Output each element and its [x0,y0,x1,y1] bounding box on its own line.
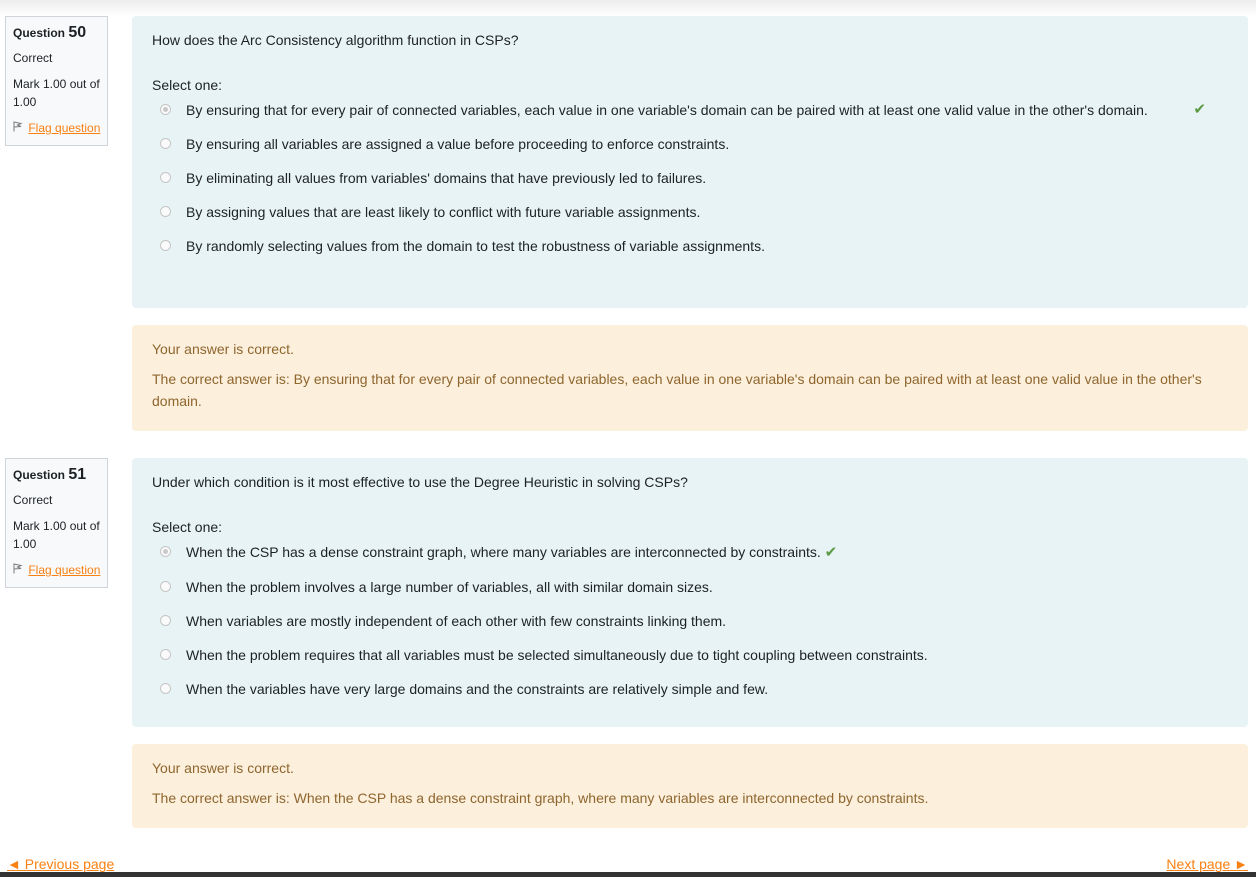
flag-question-label[interactable]: Flag question [28,121,100,135]
bottom-border [0,872,1256,877]
answer-label: When the variables have very large domai… [186,681,769,697]
answer-label: By ensuring all variables are assigned a… [186,136,730,152]
radio-button[interactable] [160,240,171,251]
answer-label: By randomly selecting values from the do… [186,238,765,254]
flag-question-link[interactable]: Flag question [13,119,107,137]
question-text: Under which condition is it most effecti… [152,474,688,490]
answer-option[interactable]: When variables are mostly independent of… [152,610,1228,632]
answer-option[interactable]: When the problem involves a large number… [152,576,1228,598]
radio-button[interactable] [160,649,171,660]
answer-label: By eliminating all values from variables… [186,170,707,186]
radio-button[interactable] [160,172,171,183]
answer-option[interactable]: By ensuring that for every pair of conne… [152,99,1228,121]
answer-label: When the CSP has a dense constraint grap… [186,544,821,560]
answer-option[interactable]: By ensuring all variables are assigned a… [152,133,1228,155]
radio-button[interactable] [160,138,171,149]
question-number: Question 51 [13,466,87,483]
answer-label: By ensuring that for every pair of conne… [186,102,1148,118]
answer-option[interactable]: By randomly selecting values from the do… [152,235,1228,257]
question-grade: Mark 1.00 out of 1.00 [13,519,100,551]
answer-label: When the problem involves a large number… [186,579,713,595]
answer-label: When the problem requires that all varia… [186,647,928,663]
question-number: Question 50 [13,24,87,41]
answer-option[interactable]: When the problem requires that all varia… [152,644,1228,666]
radio-button[interactable] [160,683,171,694]
radio-button-selected[interactable] [160,546,171,557]
question-text: How does the Arc Consistency algorithm f… [152,32,519,48]
radio-button[interactable] [160,615,171,626]
question-state: Correct [13,51,53,65]
select-one-prompt: Select one: [152,519,223,535]
answer-options: When the CSP has a dense constraint grap… [152,541,1228,700]
radio-button-selected[interactable] [160,104,171,115]
question-feedback-50: Your answer is correct. The correct answ… [132,325,1248,431]
answer-label: When variables are mostly independent of… [186,613,727,629]
flag-icon [13,561,25,579]
question-state: Correct [13,493,53,507]
top-shadow [0,0,1256,16]
radio-button[interactable] [160,206,171,217]
check-icon: ✔ [824,544,838,561]
check-icon: ✔ [1193,101,1206,118]
flag-question-link[interactable]: Flag question [13,561,107,579]
select-one-prompt: Select one: [152,77,223,93]
answer-option[interactable]: By eliminating all values from variables… [152,167,1228,189]
feedback-status: Your answer is correct. [152,341,294,357]
radio-button[interactable] [160,581,171,592]
question-formulation-50: How does the Arc Consistency algorithm f… [132,16,1248,308]
question-info-51: Question 51 Correct Mark 1.00 out of 1.0… [5,458,108,588]
question-info-50: Question 50 Correct Mark 1.00 out of 1.0… [5,16,108,146]
question-grade: Mark 1.00 out of 1.00 [13,77,100,109]
answer-options: By ensuring that for every pair of conne… [152,99,1228,257]
feedback-status: Your answer is correct. [152,760,294,776]
question-feedback-51: Your answer is correct. The correct answ… [132,744,1248,828]
answer-option[interactable]: By assigning values that are least likel… [152,201,1228,223]
answer-option[interactable]: When the CSP has a dense constraint grap… [152,541,1228,564]
next-page-link[interactable]: Next page ► [1166,856,1248,872]
correct-answer-text: The correct answer is: When the CSP has … [152,790,929,806]
answer-label: By assigning values that are least likel… [186,204,701,220]
previous-page-link[interactable]: ◄ Previous page [7,856,114,872]
flag-icon [13,119,25,137]
question-formulation-51: Under which condition is it most effecti… [132,458,1248,727]
correct-answer-text: The correct answer is: By ensuring that … [152,371,1202,409]
answer-option[interactable]: When the variables have very large domai… [152,678,1228,700]
flag-question-label[interactable]: Flag question [28,563,100,577]
